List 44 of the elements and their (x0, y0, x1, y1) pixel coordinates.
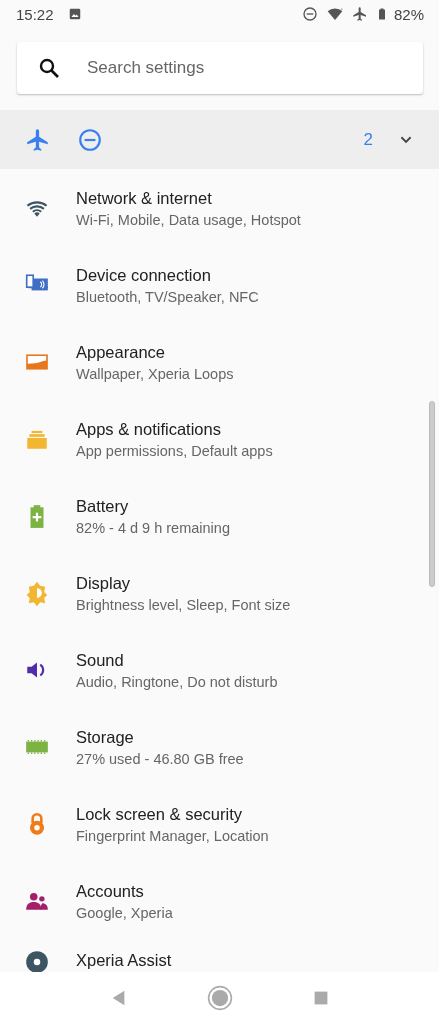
item-title: Appearance (76, 343, 166, 362)
battery-percentage: 82% (393, 5, 424, 23)
settings-item[interactable]: Appearance Wallpaper, Xperia Loops (0, 323, 439, 400)
settings-item[interactable]: Battery 82% - 4 d 9 h remaining (0, 477, 439, 554)
settings-item[interactable]: Accounts Google, Xperia (0, 862, 439, 939)
item-subtitle: Wi-Fi, Mobile, Data usage, Hotspot (76, 212, 301, 228)
home-icon[interactable] (207, 985, 234, 1011)
item-subtitle: Wallpaper, Xperia Loops (76, 366, 234, 382)
item-title: Battery (76, 497, 130, 516)
item-subtitle: Bluetooth, TV/Speaker, NFC (76, 289, 259, 305)
settings-item[interactable]: Lock screen & security Fingerprint Manager, Location (0, 785, 439, 862)
settings-item[interactable]: Device connection Bluetooth, TV/Speaker, NFC (0, 246, 439, 323)
do-not-disturb-icon (301, 6, 318, 22)
item-subtitle: Google, Xperia (76, 905, 173, 921)
item-subtitle: Brightness level, Sleep, Font size (76, 597, 291, 613)
settings-item[interactable]: Sound Audio, Ringtone, Do not disturb (0, 631, 439, 708)
item-title: Xperia Assist (76, 951, 172, 970)
item-title: Network & internet (76, 189, 213, 208)
item-title: Accounts (76, 882, 145, 901)
image-icon (67, 7, 82, 21)
settings-item[interactable]: Display Brightness level, Sleep, Font size (0, 554, 439, 631)
do-not-disturb-icon (77, 126, 103, 153)
item-title: Apps & notifications (76, 420, 222, 439)
item-title: Display (76, 574, 132, 593)
settings-item[interactable]: Apps & notifications App permissions, Default apps (0, 400, 439, 477)
clock-time: 15:22 (16, 5, 54, 23)
recents-icon[interactable] (313, 990, 330, 1006)
settings-item[interactable]: Xperia Assist (0, 939, 439, 972)
settings-item[interactable]: Storage 27% used - 46.80 GB free (0, 708, 439, 785)
item-subtitle: App permissions, Default apps (76, 443, 273, 459)
search-field[interactable]: Search settings (17, 42, 423, 94)
item-subtitle: 82% - 4 d 9 h remaining (76, 520, 230, 536)
item-title: Storage (76, 728, 135, 747)
item-title: Lock screen & security (76, 805, 243, 824)
item-subtitle: Fingerprint Manager, Location (76, 828, 269, 844)
condition-count: 2 (363, 129, 373, 150)
airplane-icon (25, 126, 51, 153)
item-subtitle: 27% used - 46.80 GB free (76, 751, 244, 767)
wifi-icon (325, 6, 344, 22)
settings-item[interactable]: Network & internet Wi-Fi, Mobile, Data usage, Hotspot (0, 169, 439, 246)
item-title: Sound (76, 651, 125, 670)
item-subtitle: Audio, Ringtone, Do not disturb (76, 674, 278, 690)
item-title: Device connection (76, 266, 212, 285)
airplane-icon (351, 6, 368, 22)
